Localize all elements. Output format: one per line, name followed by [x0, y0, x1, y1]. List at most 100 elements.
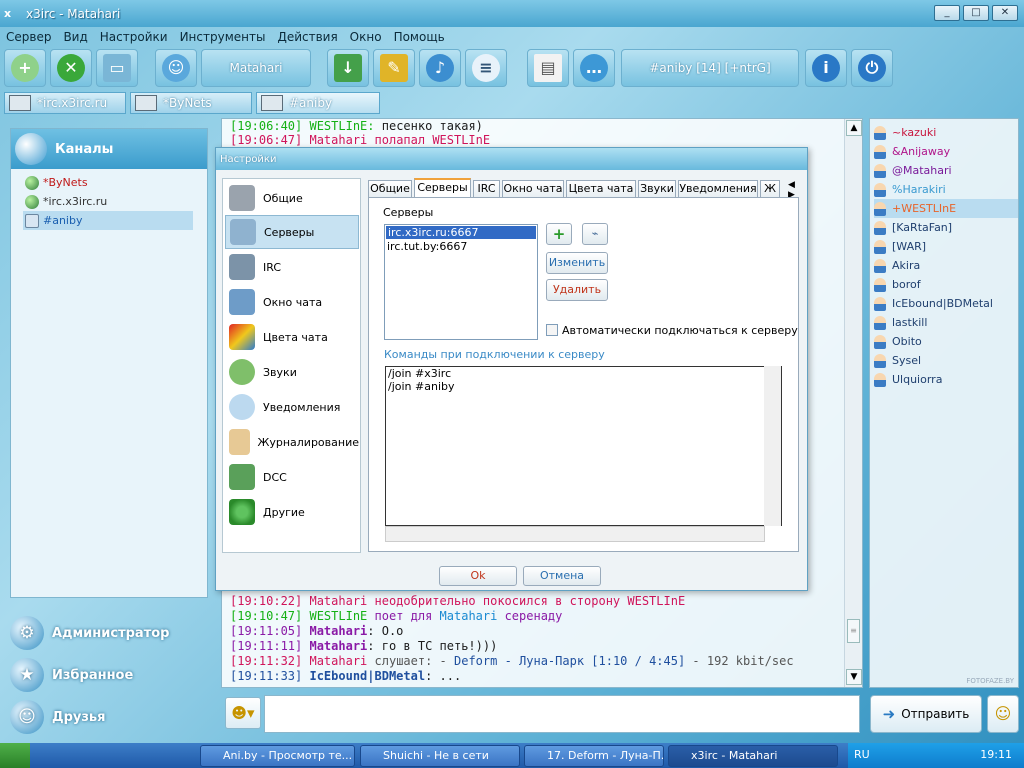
maximize-button[interactable]: □	[963, 5, 989, 21]
nick-item[interactable]: lastkill	[874, 313, 1018, 332]
tab-channel-aniby[interactable]: #aniby	[256, 92, 380, 114]
add-server-button[interactable]: +	[4, 49, 46, 87]
minimize-button[interactable]: _	[934, 5, 960, 21]
message-text: Matahari неодобрительно покосился в стор…	[309, 594, 686, 608]
cancel-button[interactable]: Отмена	[523, 566, 601, 586]
chat-line: [19:06:47] Matahari полапал WESTLInE	[230, 133, 490, 147]
command-line: /join #x3irc	[388, 367, 452, 380]
nick-item[interactable]: Obito	[874, 332, 1018, 351]
channel-item-x3irc[interactable]: *irc.x3irc.ru	[23, 192, 193, 211]
chat-scrollbar[interactable]: ▲ ≡ ▼	[844, 119, 862, 687]
download-button[interactable]: ↓	[327, 49, 369, 87]
menu-server[interactable]: Сервер	[0, 27, 57, 47]
menu-view[interactable]: Вид	[57, 27, 93, 47]
connect-commands-textarea[interactable]: /join #x3irc /join #aniby	[385, 366, 782, 526]
menu-help[interactable]: Помощь	[388, 27, 451, 47]
tab-chat-window[interactable]: Окно чата	[502, 180, 564, 198]
nick-item[interactable]: IcEbound|BDMetal	[874, 294, 1018, 313]
nick-item[interactable]: borof	[874, 275, 1018, 294]
nick-item[interactable]: Ulquiorra	[874, 370, 1018, 389]
user-menu-button[interactable]: ☺	[987, 695, 1019, 733]
nav-friends[interactable]: ☺ Друзья	[10, 698, 208, 736]
music-icon: ♪	[426, 54, 454, 82]
menu-settings[interactable]: Настройки	[94, 27, 174, 47]
commands-vertical-scrollbar[interactable]	[764, 366, 781, 526]
category-sounds[interactable]: Звуки	[225, 355, 359, 389]
ok-button[interactable]: Ok	[439, 566, 517, 586]
tools-button[interactable]: ✎	[373, 49, 415, 87]
notes-button[interactable]: ≡	[465, 49, 507, 87]
edit-server-button[interactable]: Изменить	[546, 252, 608, 274]
server-item[interactable]: irc.tut.by:6667	[385, 240, 537, 253]
server-icon	[9, 95, 31, 111]
menu-actions[interactable]: Действия	[271, 27, 343, 47]
nick-item[interactable]: [KaRtaFan]	[874, 218, 1018, 237]
category-chat-colors[interactable]: Цвета чата	[225, 320, 359, 354]
menu-tools[interactable]: Инструменты	[174, 27, 272, 47]
scroll-thumb[interactable]: ≡	[847, 619, 860, 643]
music-button[interactable]: ♪	[419, 49, 461, 87]
channels-panel: Каналы *ByNets *irc.x3irc.ru #aniby	[10, 128, 208, 598]
connect-button[interactable]: ✕	[50, 49, 92, 87]
channel-item-bynets[interactable]: *ByNets	[23, 173, 193, 192]
language-indicator[interactable]: RU	[854, 748, 870, 761]
tab-notifications[interactable]: Уведомления	[678, 180, 758, 198]
commands-horizontal-scrollbar[interactable]	[385, 526, 765, 542]
task-browser[interactable]: Ani.by - Просмотр те...	[200, 745, 355, 767]
server-item[interactable]: irc.x3irc.ru:6667	[386, 226, 536, 239]
monitor-button[interactable]: ▭	[96, 49, 138, 87]
scroll-down-arrow-icon[interactable]: ▼	[846, 669, 862, 685]
nav-admin[interactable]: ⚙ Администратор	[10, 614, 208, 652]
board-button[interactable]: ▤	[527, 49, 569, 87]
category-servers[interactable]: Серверы	[225, 215, 359, 249]
task-messenger[interactable]: Shuichi - Не в сети	[360, 745, 520, 767]
task-x3irc[interactable]: x3irc - Matahari	[668, 745, 838, 767]
channel-label[interactable]: #aniby [14] [+ntrG]	[621, 49, 799, 87]
nick-item[interactable]: %Harakiri	[874, 180, 1018, 199]
nick-item[interactable]: @Matahari	[874, 161, 1018, 180]
tab-chat-colors[interactable]: Цвета чата	[566, 180, 636, 198]
info-button[interactable]: i	[805, 49, 847, 87]
smiley-button[interactable]: ☻▾	[225, 697, 261, 729]
tab-irc[interactable]: IRC	[473, 180, 500, 198]
tab-sounds[interactable]: Звуки	[638, 180, 676, 198]
nick-item[interactable]: ~kazuki	[874, 123, 1018, 142]
auto-connect-checkbox[interactable]	[546, 324, 558, 336]
nav-favorites[interactable]: ★ Избранное	[10, 656, 208, 694]
power-button[interactable]: ⏻	[851, 49, 893, 87]
chat-bubble-button[interactable]: …	[573, 49, 615, 87]
nick-item[interactable]: [WAR]	[874, 237, 1018, 256]
profile-button[interactable]: ☺	[155, 49, 197, 87]
send-button[interactable]: ➜ Отправить	[870, 695, 982, 733]
nick-item[interactable]: Sysel	[874, 351, 1018, 370]
connect-server-button[interactable]: ⌁	[582, 223, 608, 245]
message-input[interactable]	[264, 695, 860, 733]
tab-server-bynets[interactable]: *ByNets	[130, 92, 252, 114]
scroll-up-arrow-icon[interactable]: ▲	[846, 120, 862, 136]
category-logging[interactable]: Журналирование	[225, 425, 359, 459]
task-player[interactable]: 17. Deform - Луна-П...	[524, 745, 664, 767]
category-general[interactable]: Общие	[225, 181, 359, 215]
channel-item-aniby[interactable]: #aniby	[23, 211, 193, 230]
close-button[interactable]: ✕	[992, 5, 1018, 21]
tab-logging[interactable]: Ж	[760, 180, 780, 198]
tab-general[interactable]: Общие	[368, 180, 412, 198]
tab-servers[interactable]: Серверы	[414, 178, 471, 199]
tab-server-x3irc[interactable]: *irc.x3irc.ru	[4, 92, 126, 114]
menu-window[interactable]: Окно	[344, 27, 388, 47]
nick-item[interactable]: Akira	[874, 256, 1018, 275]
start-button[interactable]	[0, 743, 30, 768]
category-notifications[interactable]: Уведомления	[225, 390, 359, 424]
nick-item[interactable]: +WESTLInE	[874, 199, 1018, 218]
nick-label[interactable]: Matahari	[201, 49, 311, 87]
category-other[interactable]: Другие	[225, 495, 359, 529]
category-dcc[interactable]: DCC	[225, 460, 359, 494]
category-chat-window[interactable]: Окно чата	[225, 285, 359, 319]
add-server-button[interactable]: +	[546, 223, 572, 245]
plug-icon: ⌁	[591, 227, 599, 240]
category-irc[interactable]: IRC	[225, 250, 359, 284]
delete-server-button[interactable]: Удалить	[546, 279, 608, 301]
gear-icon: ⚙	[10, 616, 44, 650]
arrow-left-icon[interactable]: ◀	[788, 180, 795, 190]
nick-item[interactable]: &Anijaway	[874, 142, 1018, 161]
